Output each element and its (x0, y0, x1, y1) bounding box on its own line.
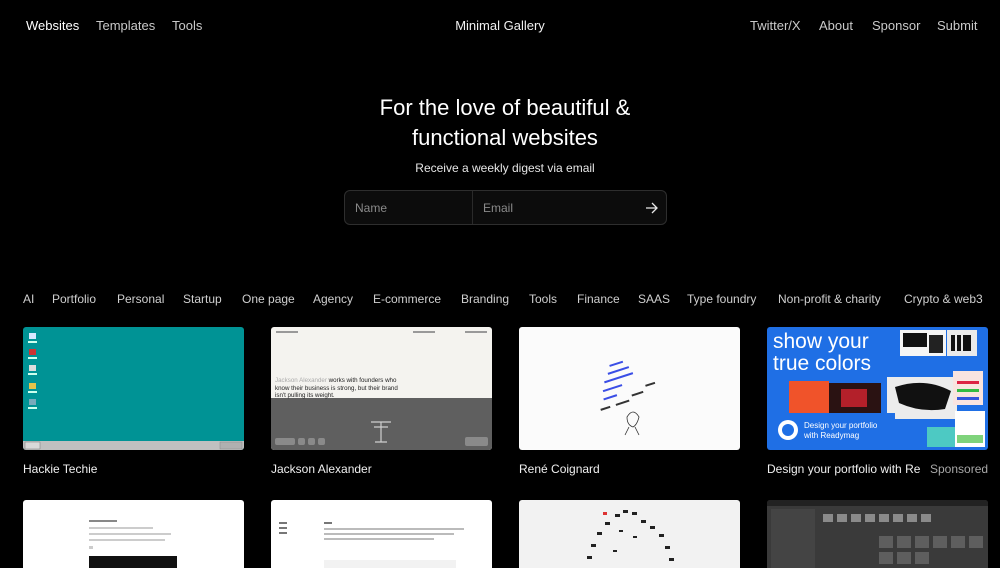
nav-websites[interactable]: Websites (26, 18, 79, 33)
readymag-ad-badge-line-2: with Readymag (804, 431, 860, 440)
jackson-alexander-headline-name: Jackson Alexander (275, 377, 327, 384)
site-card-row2-4[interactable] (767, 500, 988, 568)
row2-card-4-thumbnail (767, 500, 988, 568)
nav-about[interactable]: About (819, 18, 853, 33)
nav-submit[interactable]: Submit (937, 18, 977, 33)
site-logo-text[interactable]: Minimal Gallery (455, 18, 545, 33)
site-card-row2-3[interactable] (519, 500, 740, 568)
hero-title-line-2: functional websites (412, 125, 598, 150)
jackson-alexander-headline: Jackson Alexander works with founders wh… (275, 377, 401, 400)
site-card-rene-coignard[interactable] (519, 327, 740, 450)
category-type-foundry[interactable]: Type foundry (687, 292, 756, 306)
category-filter-bar: AI Portfolio Personal Startup One page A… (0, 292, 1000, 308)
email-input[interactable] (473, 191, 638, 224)
category-startup[interactable]: Startup (183, 292, 222, 306)
category-one-page[interactable]: One page (242, 292, 295, 306)
category-finance[interactable]: Finance (577, 292, 620, 306)
category-non-profit[interactable]: Non-profit & charity (778, 292, 881, 306)
nav-tools[interactable]: Tools (172, 18, 202, 33)
row2-card-3-thumbnail (587, 510, 674, 561)
hero-title-line-1: For the love of beautiful & (379, 95, 631, 120)
sponsored-card-readymag[interactable]: show your true colors Design your portfo… (767, 327, 988, 450)
category-ecommerce[interactable]: E-commerce (373, 292, 441, 306)
category-personal[interactable]: Personal (117, 292, 164, 306)
readymag-ad-line-2: true colors (773, 352, 872, 375)
category-saas[interactable]: SAAS (638, 292, 670, 306)
category-tools[interactable]: Tools (529, 292, 557, 306)
card-title-jackson-alexander[interactable]: Jackson Alexander (271, 462, 372, 476)
category-portfolio[interactable]: Portfolio (52, 292, 96, 306)
name-input[interactable] (345, 191, 473, 224)
readymag-ad-line-1: show your (773, 330, 869, 353)
hero-title: For the love of beautiful & functional w… (0, 93, 1000, 153)
nav-sponsor[interactable]: Sponsor (872, 18, 920, 33)
newsletter-form (344, 190, 667, 225)
site-card-hackie-techie[interactable] (23, 327, 244, 450)
readymag-ad-headline: show your true colors (773, 331, 871, 375)
category-ai[interactable]: AI (23, 292, 34, 306)
site-card-row2-1[interactable] (23, 500, 244, 568)
top-nav: Websites Templates Tools Minimal Gallery… (0, 0, 1000, 52)
hero-subtitle: Receive a weekly digest via email (415, 161, 595, 175)
rene-coignard-thumbnail (600, 360, 656, 436)
row2-card-1-thumbnail (89, 520, 177, 568)
nav-templates[interactable]: Templates (96, 18, 155, 33)
card-title-rene-coignard[interactable]: René Coignard (519, 462, 600, 476)
subscribe-button[interactable] (638, 191, 666, 224)
nav-twitter[interactable]: Twitter/X (750, 18, 801, 33)
arrow-right-icon (646, 202, 658, 213)
card-title-readymag[interactable]: Design your portfolio with Re (767, 462, 920, 476)
card-title-hackie-techie[interactable]: Hackie Techie (23, 462, 97, 476)
readymag-ad-badge: Design your portfolio with Readymag (804, 421, 877, 441)
category-crypto[interactable]: Crypto & web3 (904, 292, 983, 306)
site-card-jackson-alexander[interactable]: Jackson Alexander works with founders wh… (271, 327, 492, 450)
site-card-row2-2[interactable] (271, 500, 492, 568)
row2-card-2-thumbnail (279, 522, 464, 568)
category-agency[interactable]: Agency (313, 292, 353, 306)
category-branding[interactable]: Branding (461, 292, 509, 306)
readymag-ad-badge-line-1: Design your portfolio (804, 421, 878, 430)
sponsored-badge: Sponsored (928, 462, 989, 476)
hackie-techie-thumbnail (23, 333, 244, 450)
